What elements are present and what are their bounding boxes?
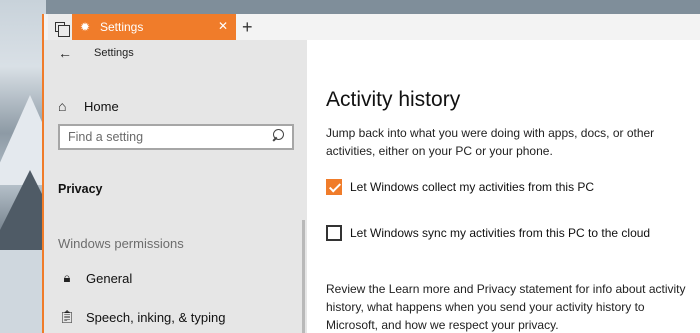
desktop-wallpaper bbox=[0, 0, 46, 333]
window-title: Settings bbox=[94, 47, 134, 59]
sidebar-item-speech[interactable]: 📋︎ Speech, inking, & typing bbox=[58, 309, 226, 325]
search-placeholder: Find a setting bbox=[68, 130, 144, 144]
section-header: Windows permissions bbox=[58, 236, 184, 251]
sidebar-item-general[interactable]: 🔒︎ General bbox=[58, 270, 133, 286]
sidebar: ← Settings ⌂ Home Find a setting Privacy… bbox=[44, 40, 307, 333]
page-description: Jump back into what you were doing with … bbox=[326, 126, 655, 158]
mountain-shape bbox=[0, 250, 46, 333]
sidebar-item-label: General bbox=[86, 270, 133, 286]
sync-activities-option[interactable]: Let Windows sync my activities from this… bbox=[326, 225, 650, 241]
page-title: Activity history bbox=[326, 88, 461, 111]
back-arrow-icon[interactable]: ← bbox=[58, 45, 78, 61]
search-icon[interactable] bbox=[270, 128, 292, 146]
back-row: ← Settings bbox=[44, 40, 307, 66]
collect-activities-checkbox[interactable] bbox=[326, 179, 342, 195]
settings-window: ✹ Settings ✕ + ← Settings ⌂ Home Find a … bbox=[42, 14, 700, 333]
gear-icon: ✹ bbox=[80, 20, 91, 34]
privacy-review-text: Review the Learn more and Privacy statem… bbox=[326, 282, 686, 332]
title-bar: ✹ Settings ✕ + bbox=[44, 14, 700, 40]
main-content: Activity history Jump back into what you… bbox=[307, 40, 700, 333]
new-tab-button[interactable]: + bbox=[242, 16, 253, 38]
sidebar-item-home[interactable]: ⌂ Home bbox=[58, 98, 119, 114]
sync-activities-checkbox[interactable] bbox=[326, 225, 342, 241]
close-tab-icon[interactable]: ✕ bbox=[218, 19, 228, 33]
scrollbar[interactable] bbox=[302, 220, 305, 333]
sidebar-item-label: Home bbox=[84, 98, 119, 114]
tab-label: Settings bbox=[100, 20, 144, 34]
checkbox-label: Let Windows collect my activities from t… bbox=[350, 180, 595, 194]
lock-icon: 🔒︎ bbox=[63, 270, 71, 285]
search-input[interactable]: Find a setting bbox=[58, 124, 294, 150]
sidebar-item-label: Speech, inking, & typing bbox=[86, 309, 226, 325]
tab-settings[interactable]: ✹ Settings ✕ bbox=[72, 14, 236, 40]
category-title: Privacy bbox=[58, 182, 103, 196]
home-icon: ⌂ bbox=[58, 98, 67, 114]
checkbox-label: Let Windows sync my activities from this… bbox=[350, 226, 651, 240]
clipboard-icon: 📋︎ bbox=[58, 309, 76, 324]
collect-activities-option[interactable]: Let Windows collect my activities from t… bbox=[326, 179, 594, 195]
task-view-icon[interactable] bbox=[48, 14, 72, 40]
